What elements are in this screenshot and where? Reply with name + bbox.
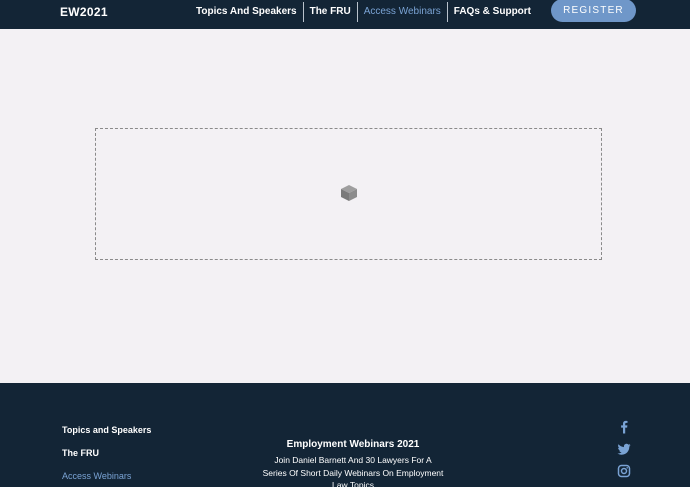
main-content bbox=[0, 29, 690, 383]
footer-title: Employment Webinars 2021 bbox=[286, 439, 420, 450]
nav-faqs-support[interactable]: FAQs & Support bbox=[446, 2, 537, 22]
footer-description: Join Daniel Barnett And 30 Lawyers For A… bbox=[262, 455, 444, 487]
twitter-icon[interactable] bbox=[616, 441, 632, 457]
cube-icon bbox=[341, 185, 357, 201]
instagram-icon[interactable] bbox=[616, 463, 632, 479]
footer-nav-access-webinars[interactable]: Access Webinars bbox=[62, 471, 131, 481]
nav-topics-and-speakers[interactable]: Topics And Speakers bbox=[190, 2, 303, 22]
footer-nav-the-fru[interactable]: The FRU bbox=[62, 448, 99, 458]
footer-nav-topics-and-speakers[interactable]: Topics and Speakers bbox=[62, 425, 151, 435]
nav-the-fru[interactable]: The FRU bbox=[302, 2, 357, 22]
main-nav: Topics And Speakers The FRU Access Webin… bbox=[190, 2, 537, 22]
embed-placeholder bbox=[95, 128, 602, 260]
nav-access-webinars[interactable]: Access Webinars bbox=[356, 2, 447, 22]
facebook-icon[interactable] bbox=[616, 419, 632, 435]
register-button[interactable]: REGISTER bbox=[551, 0, 636, 22]
site-footer: Topics and Speakers The FRU Access Webin… bbox=[0, 383, 690, 487]
site-header: EW2021 Topics And Speakers The FRU Acces… bbox=[0, 0, 690, 29]
brand-logo[interactable]: EW2021 bbox=[60, 5, 108, 19]
